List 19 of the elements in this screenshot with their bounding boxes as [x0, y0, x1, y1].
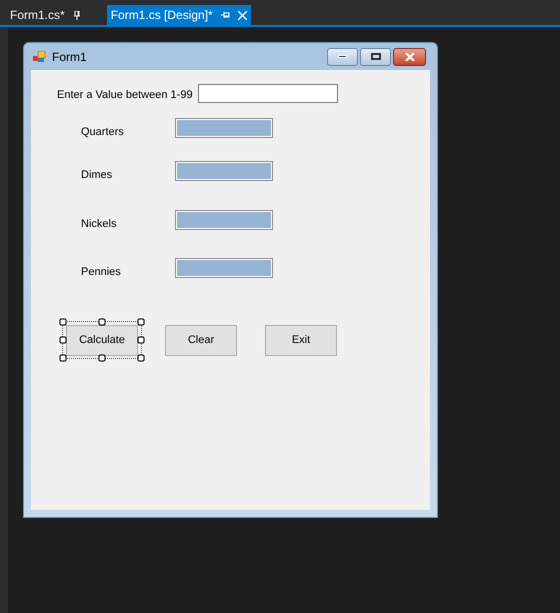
close-button[interactable] [393, 48, 426, 66]
output-label: Pennies [81, 265, 121, 280]
minimize-button[interactable] [327, 48, 358, 66]
output-label: Dimes [81, 168, 112, 183]
document-tab[interactable]: Form1.cs [Design]* [106, 5, 251, 25]
document-tab[interactable]: Form1.cs* [4, 5, 87, 25]
pin-icon[interactable] [72, 10, 81, 20]
prompt-label: Enter a Value between 1-99 [57, 88, 193, 103]
window-title: Form1 [52, 48, 87, 66]
value-input-field[interactable] [198, 84, 338, 103]
form-icon [33, 50, 47, 62]
form-button[interactable]: Exit [265, 325, 337, 356]
form-button[interactable]: Calculate [66, 325, 138, 356]
close-icon [404, 52, 414, 60]
output-label: Quarters [81, 125, 124, 140]
form-button[interactable]: Clear [165, 325, 237, 356]
output-label: Nickels [81, 217, 116, 232]
close-icon[interactable] [238, 10, 247, 20]
maximize-button[interactable] [360, 48, 391, 66]
